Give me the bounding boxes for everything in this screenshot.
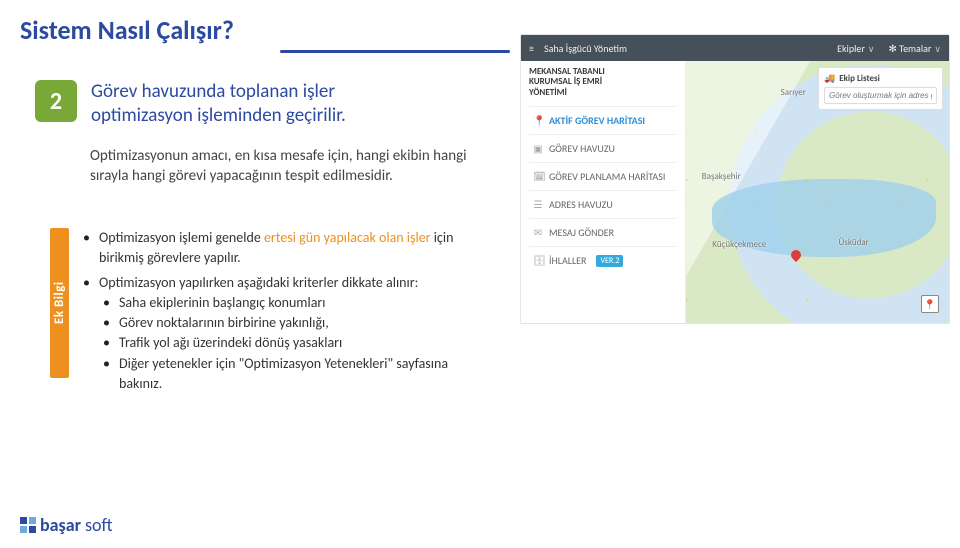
step-block: 2 Görev havuzunda toplanan işler optimiz… — [35, 80, 485, 128]
map-label-uskudar: Üsküdar — [839, 237, 869, 248]
sub-bullet-2: Görev noktalarının birbirine yakınlığı, — [103, 313, 480, 333]
bullet-1-highlight: ertesi gün yapılacak olan işler — [264, 229, 434, 246]
layers-icon: ▣ — [533, 142, 543, 155]
app-brand: Saha İşgücü Yönetim — [544, 42, 627, 55]
sidebar-item-label: ADRES HAVUZU — [549, 198, 613, 211]
sidebar-item-label: GÖREV HAVUZU — [549, 142, 615, 155]
sub-bullet-4: Diğer yetenekler için "Optimizasyon Yete… — [103, 354, 480, 395]
sidebar-item-label: İHLALLER — [549, 254, 586, 267]
intro-paragraph: Optimizasyonun amacı, en kısa mesafe içi… — [90, 146, 490, 187]
sidebar-item-send-message[interactable]: ✉ MESAJ GÖNDER — [529, 218, 677, 246]
sub-bullet-1: Saha ekiplerinin başlangıç konumları — [103, 293, 480, 313]
sub-bullet-3: Trafik yol ağı üzerindeki dönüş yasaklar… — [103, 333, 480, 353]
address-search-input[interactable] — [824, 87, 937, 104]
sidebar-item-task-pool[interactable]: ▣ GÖREV HAVUZU — [529, 134, 677, 162]
app-topbar: ≡ Saha İşgücü Yönetim Ekipler ✻ Temalar — [521, 35, 949, 61]
step-line-1: Görev havuzunda toplanan işler — [91, 80, 335, 103]
map-label-sariyer: Sarıyer — [781, 87, 806, 98]
version-badge: VER.2 — [596, 255, 623, 267]
hamburger-icon[interactable]: ≡ — [529, 42, 534, 55]
briefcase-icon: 🗄 — [533, 254, 543, 267]
mail-icon: ✉ — [533, 226, 543, 239]
brand-line-2: KURUMSAL İŞ EMRİ — [529, 76, 602, 87]
list-icon: ☰ — [533, 198, 543, 211]
map-marker-button[interactable]: 📍 — [921, 295, 939, 313]
pin-icon: 📍 — [533, 114, 543, 127]
sidebar-item-address-pool[interactable]: ☰ ADRES HAVUZU — [529, 190, 677, 218]
extra-info-tag: Ek Bilgi — [50, 228, 69, 378]
calendar-icon: 🗓 — [533, 170, 543, 183]
map-label-kucukcekmece: Küçükçekmece — [712, 239, 766, 250]
title-underline — [280, 50, 510, 53]
app-sidebar: MEKANSAL TABANLI KURUMSAL İŞ EMRİ YÖNETİ… — [521, 61, 686, 323]
bullet-2-text: Optimizasyon yapılırken aşağıdaki kriter… — [99, 274, 418, 291]
step-number: 2 — [35, 80, 77, 122]
extra-info-list: Optimizasyon işlemi genelde ertesi gün y… — [83, 228, 480, 398]
sidebar-item-label: GÖREV PLANLAMA HARİTASI — [549, 170, 665, 183]
truck-icon: 🚚 — [824, 73, 835, 84]
teams-dropdown[interactable]: Ekipler — [837, 42, 874, 55]
logo-icon — [20, 517, 36, 533]
team-panel-title: Ekip Listesi — [839, 73, 880, 84]
step-heading: Görev havuzunda toplanan işler optimizas… — [91, 80, 346, 128]
map-label-basaksehir: Başakşehir — [702, 171, 741, 182]
page-title: Sistem Nasıl Çalışır? — [20, 14, 248, 46]
themes-label: Temalar — [899, 42, 931, 55]
brand-line-3: YÖNETİMİ — [529, 87, 567, 98]
logo-text-a: başar — [40, 514, 81, 536]
app-screenshot: ≡ Saha İşgücü Yönetim Ekipler ✻ Temalar … — [520, 34, 950, 324]
bullet-1-pre: Optimizasyon işlemi genelde — [99, 229, 264, 246]
sidebar-item-label: AKTİF GÖREV HARİTASI — [549, 114, 645, 127]
teams-label: Ekipler — [837, 42, 865, 55]
company-logo: başarsoft — [20, 514, 113, 536]
sidebar-item-active-map[interactable]: 📍 AKTİF GÖREV HARİTASI — [529, 106, 677, 134]
sidebar-brand: MEKANSAL TABANLI KURUMSAL İŞ EMRİ YÖNETİ… — [529, 67, 677, 98]
sidebar-item-violations[interactable]: 🗄 İHLALLER VER.2 — [529, 246, 677, 274]
logo-text-b: soft — [85, 514, 113, 536]
step-line-2: optimizasyon işleminden geçirilir. — [91, 104, 346, 127]
sidebar-item-plan-map[interactable]: 🗓 GÖREV PLANLAMA HARİTASI — [529, 162, 677, 190]
page-title-text: Sistem Nasıl Çalışır? — [20, 14, 248, 46]
team-list-panel: 🚚 Ekip Listesi — [818, 67, 943, 110]
bullet-2: Optimizasyon yapılırken aşağıdaki kriter… — [83, 273, 480, 395]
map-canvas[interactable]: Sarıyer Beykoz Başakşehir Küçükçekmece Ü… — [686, 61, 949, 323]
themes-dropdown[interactable]: ✻ Temalar — [888, 42, 941, 55]
gear-icon: ✻ — [888, 42, 896, 55]
sidebar-item-label: MESAJ GÖNDER — [549, 226, 614, 239]
extra-info-block: Ek Bilgi Optimizasyon işlemi genelde ert… — [50, 228, 480, 398]
bullet-1: Optimizasyon işlemi genelde ertesi gün y… — [83, 228, 480, 269]
